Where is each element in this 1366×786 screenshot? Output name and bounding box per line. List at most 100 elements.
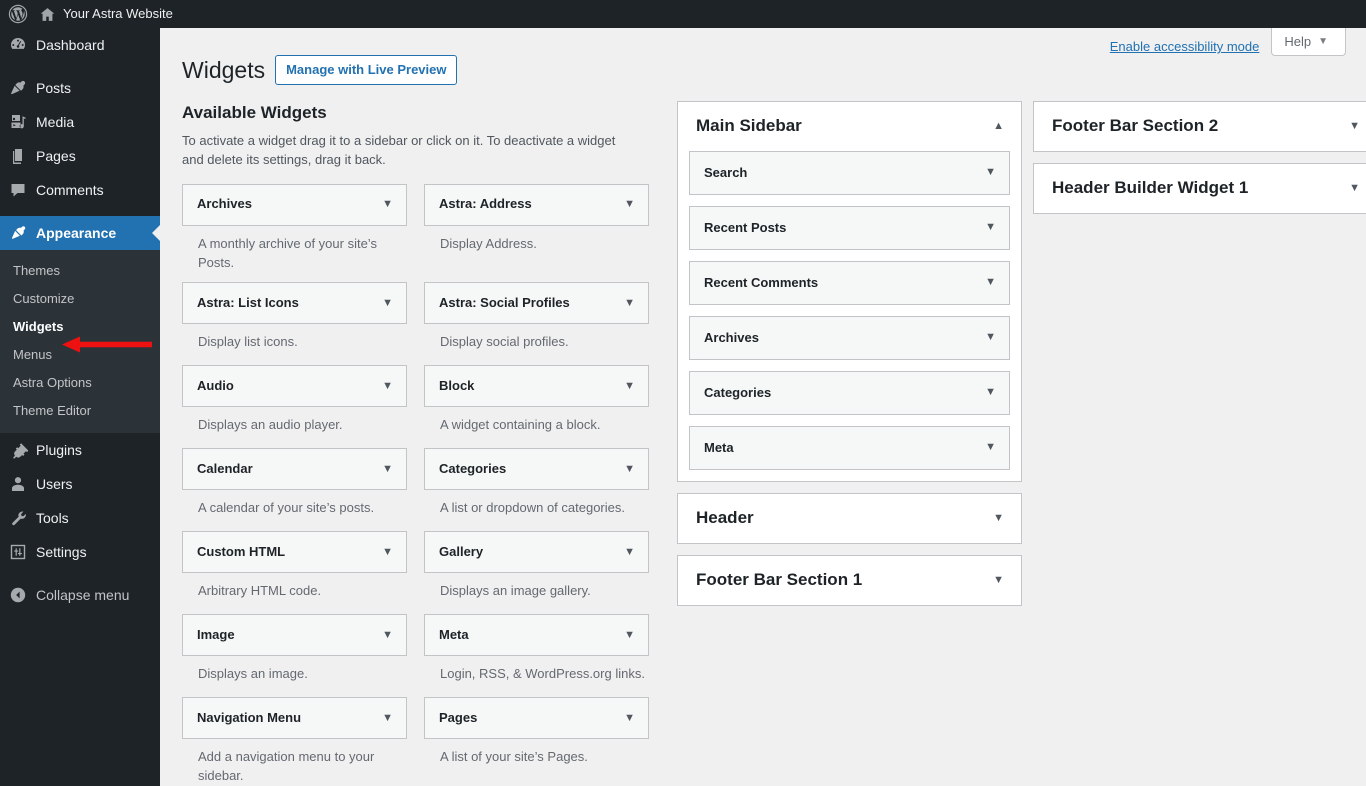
screen-meta-links: Enable accessibility mode Help ▼ (1110, 28, 1346, 64)
available-widget-cell: Calendar ▼ A calendar of your site’s posts… (182, 448, 407, 531)
widget-area-header[interactable]: Footer Bar Section 1 ▼ (678, 556, 1021, 605)
submenu-item-menus[interactable]: Menus (0, 341, 160, 369)
chevron-down-icon[interactable]: ▼ (985, 442, 996, 453)
chevron-down-icon[interactable]: ▼ (993, 512, 1004, 524)
available-widget[interactable]: Archives ▼ (182, 183, 407, 226)
submenu-item-themes[interactable]: Themes (0, 257, 160, 285)
sidebar-item-users[interactable]: Users (0, 467, 160, 501)
submenu-item-customize[interactable]: Customize (0, 285, 160, 313)
available-widget[interactable]: Navigation Menu ▼ (182, 697, 407, 740)
available-widget[interactable]: Categories ▼ (424, 448, 649, 491)
chevron-down-icon[interactable]: ▼ (382, 629, 393, 641)
sidebar-item-media[interactable]: Media (0, 105, 160, 139)
available-widget-cell: Archives ▼ A monthly archive of your site’… (182, 183, 407, 283)
chevron-down-icon[interactable]: ▼ (624, 297, 635, 309)
sidebar-item-tools[interactable]: Tools (0, 501, 160, 535)
help-label: Help (1284, 34, 1312, 49)
widget-area-header[interactable]: Header ▼ (678, 494, 1021, 543)
widget-area-items: Search ▼ Recent Posts ▼ Recent Comments ▼ Arch… (678, 150, 1021, 470)
assigned-widget[interactable]: Categories ▼ (689, 370, 1010, 415)
widget-description: Display list icons. (198, 334, 298, 350)
chevron-up-icon[interactable]: ▲ (993, 120, 1004, 132)
available-widget-cell: Pages ▼ A list of your site’s Pages. (424, 697, 649, 786)
collapse-menu-button[interactable]: Collapse menu (0, 578, 160, 612)
assigned-widget[interactable]: Recent Comments ▼ (689, 260, 1010, 305)
chevron-down-icon[interactable]: ▼ (1349, 182, 1360, 194)
chevron-down-icon[interactable]: ▼ (382, 380, 393, 392)
assigned-widget[interactable]: Search ▼ (689, 150, 1010, 195)
sidebar-item-dashboard[interactable]: Dashboard (0, 28, 160, 62)
available-widgets-heading: Available Widgets (182, 102, 327, 122)
chevron-down-icon[interactable]: ▼ (985, 222, 996, 233)
available-widget[interactable]: Astra: Address ▼ (424, 183, 649, 226)
available-widget[interactable]: Calendar ▼ (182, 448, 407, 491)
help-tab-button[interactable]: Help ▼ (1271, 28, 1346, 56)
sidebar-item-posts[interactable]: Posts (0, 71, 160, 105)
chevron-down-icon[interactable]: ▼ (624, 199, 635, 210)
chevron-down-icon[interactable]: ▼ (624, 380, 635, 392)
available-widget[interactable]: Pages ▼ (424, 697, 649, 740)
chevron-down-icon[interactable]: ▼ (382, 546, 393, 558)
widget-area-title: Header (696, 508, 754, 528)
available-widget[interactable]: Audio ▼ (182, 365, 407, 408)
chevron-down-icon: ▼ (1318, 36, 1328, 47)
widget-name: Gallery (439, 543, 484, 559)
available-widget[interactable]: Gallery ▼ (424, 531, 649, 574)
chevron-down-icon[interactable]: ▼ (624, 712, 635, 724)
sidebar-item-pages[interactable]: Pages (0, 139, 160, 173)
menu-separator (0, 207, 160, 216)
chevron-down-icon[interactable]: ▼ (382, 463, 393, 475)
available-widget[interactable]: Meta ▼ (424, 614, 649, 657)
widget-description: Display Address. (440, 235, 537, 251)
admin-sidebar-menu: Dashboard Posts Media Pages Comments App… (0, 28, 160, 786)
chevron-down-icon[interactable]: ▼ (624, 629, 635, 641)
assigned-widget[interactable]: Meta ▼ (689, 425, 1010, 470)
widget-area: Header Builder Widget 1 ▼ (1033, 162, 1366, 214)
widget-description: Displays an audio player. (198, 417, 343, 433)
available-widget-cell: Astra: List Icons ▼ Display list icons. (182, 282, 407, 365)
chevron-down-icon[interactable]: ▼ (985, 387, 996, 398)
chevron-down-icon[interactable]: ▼ (624, 463, 635, 475)
chevron-down-icon[interactable]: ▼ (382, 199, 393, 210)
site-name-menu[interactable]: Your Astra Website (37, 0, 181, 28)
sidebar-item-comments[interactable]: Comments (0, 173, 160, 207)
chevron-down-icon[interactable]: ▼ (624, 546, 635, 558)
widget-name: Astra: List Icons (197, 294, 299, 310)
wordpress-logo-icon[interactable] (0, 0, 37, 28)
chevron-down-icon[interactable]: ▼ (993, 574, 1004, 586)
submenu-item-astra-options[interactable]: Astra Options (0, 369, 160, 397)
available-widget[interactable]: Astra: Social Profiles ▼ (424, 282, 649, 325)
assigned-widget[interactable]: Archives ▼ (689, 315, 1010, 360)
available-widget[interactable]: Custom HTML ▼ (182, 531, 407, 574)
available-widgets-grid: Archives ▼ A monthly archive of your site’… (182, 183, 652, 786)
chevron-down-icon[interactable]: ▼ (985, 167, 996, 178)
sidebar-item-plugins[interactable]: Plugins (0, 433, 160, 467)
assigned-widget[interactable]: Recent Posts ▼ (689, 205, 1010, 250)
submenu-item-widgets[interactable]: Widgets (0, 313, 160, 341)
enable-accessibility-mode-link[interactable]: Enable accessibility mode (1110, 36, 1260, 58)
available-widget[interactable]: Block ▼ (424, 365, 649, 408)
sidebar-item-appearance[interactable]: Appearance (0, 216, 160, 250)
available-widget[interactable]: Image ▼ (182, 614, 407, 657)
available-widget-cell: Audio ▼ Displays an audio player. (182, 365, 407, 448)
widget-area-header[interactable]: Main Sidebar ▲ (678, 102, 1021, 151)
widget-name: Astra: Address (439, 196, 532, 212)
widget-description: A monthly archive of your site’s Posts. (198, 235, 377, 270)
appearance-submenu: Themes Customize Widgets Menus Astra Opt… (0, 250, 160, 433)
content-area: Enable accessibility mode Help ▼ Widgets… (160, 28, 1366, 786)
submenu-item-theme-editor[interactable]: Theme Editor (0, 397, 160, 425)
widget-area-header[interactable]: Header Builder Widget 1 ▼ (1034, 164, 1366, 213)
chevron-down-icon[interactable]: ▼ (382, 297, 393, 309)
widget-area: Footer Bar Section 2 ▼ (1033, 100, 1366, 152)
widget-name: Meta (439, 626, 469, 642)
available-widget[interactable]: Astra: List Icons ▼ (182, 282, 407, 325)
widget-name: Categories (704, 385, 772, 401)
chevron-down-icon[interactable]: ▼ (382, 712, 393, 724)
chevron-down-icon[interactable]: ▼ (985, 277, 996, 288)
tools-icon (0, 508, 36, 528)
chevron-down-icon[interactable]: ▼ (985, 332, 996, 343)
chevron-down-icon[interactable]: ▼ (1349, 120, 1360, 132)
widget-area-header[interactable]: Footer Bar Section 2 ▼ (1034, 102, 1366, 151)
sidebar-item-settings[interactable]: Settings (0, 535, 160, 569)
manage-with-live-preview-button[interactable]: Manage with Live Preview (275, 55, 458, 86)
